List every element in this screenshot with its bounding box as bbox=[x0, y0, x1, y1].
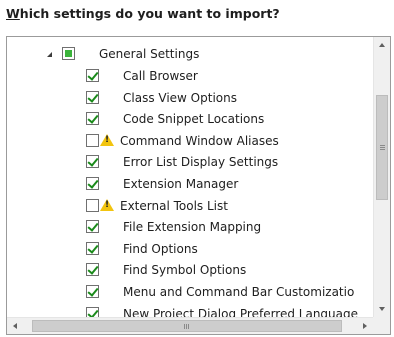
tree-item[interactable]: File Extension Mapping bbox=[7, 216, 373, 238]
tree-item-label: Class View Options bbox=[123, 91, 237, 105]
tree-node-label: General Settings bbox=[99, 47, 200, 61]
tree-item-label: Find Options bbox=[123, 242, 198, 256]
tree-node-general-settings[interactable]: General Settings bbox=[7, 43, 367, 65]
warning-icon: ! bbox=[100, 199, 114, 211]
checked-checkbox[interactable] bbox=[86, 69, 99, 82]
tree-item[interactable]: Find Options bbox=[7, 238, 373, 260]
unchecked-checkbox[interactable] bbox=[86, 134, 99, 147]
scroll-left-arrow-icon[interactable] bbox=[13, 323, 17, 329]
vertical-scroll-thumb[interactable] bbox=[376, 95, 388, 200]
tree-item-label: Find Symbol Options bbox=[123, 263, 247, 277]
settings-tree[interactable]: General Settings Call Browser Class View … bbox=[6, 36, 391, 335]
tree-item[interactable]: Find Symbol Options bbox=[7, 259, 373, 281]
warning-icon: ! bbox=[100, 134, 114, 146]
checked-checkbox[interactable] bbox=[86, 242, 99, 255]
tree-item[interactable]: Call Browser bbox=[7, 65, 373, 87]
scroll-up-arrow-icon[interactable] bbox=[379, 43, 385, 47]
tree-item[interactable]: Class View Options bbox=[7, 87, 373, 109]
checked-checkbox[interactable] bbox=[86, 307, 99, 317]
grip-line bbox=[380, 149, 385, 150]
tree-item-label: Code Snippet Locations bbox=[123, 112, 265, 126]
vertical-scrollbar[interactable] bbox=[373, 37, 390, 317]
tree-item[interactable]: Menu and Command Bar Customizatio bbox=[7, 281, 373, 303]
import-settings-heading: Which settings do you want to import? bbox=[6, 6, 280, 21]
unchecked-checkbox[interactable] bbox=[86, 199, 99, 212]
checked-checkbox[interactable] bbox=[86, 220, 99, 233]
horizontal-scroll-thumb[interactable] bbox=[32, 320, 342, 332]
grip-line bbox=[188, 324, 189, 329]
grip-line bbox=[184, 324, 185, 329]
checked-checkbox[interactable] bbox=[86, 285, 99, 298]
tree-item-label: Command Window Aliases bbox=[120, 134, 279, 148]
tree-item[interactable]: Error List Display Settings bbox=[7, 151, 373, 173]
tree-item[interactable]: New Project Dialog Preferred Language bbox=[7, 303, 373, 317]
scroll-down-arrow-icon[interactable] bbox=[379, 307, 385, 311]
checked-checkbox[interactable] bbox=[86, 91, 99, 104]
checked-checkbox[interactable] bbox=[86, 263, 99, 276]
general-settings-checkbox[interactable] bbox=[62, 47, 75, 60]
checked-checkbox[interactable] bbox=[86, 155, 99, 168]
tree-item-label: New Project Dialog Preferred Language bbox=[123, 307, 359, 317]
tree-item-label: Extension Manager bbox=[123, 177, 239, 191]
grip-line bbox=[380, 147, 385, 148]
horizontal-scrollbar[interactable] bbox=[7, 317, 373, 334]
tree-item-label: External Tools List bbox=[120, 199, 228, 213]
scrollbar-corner bbox=[373, 317, 390, 334]
grip-line bbox=[186, 324, 187, 329]
grip-line bbox=[380, 145, 385, 146]
expanded-triangle-icon[interactable] bbox=[47, 52, 52, 57]
tree-item-label: File Extension Mapping bbox=[123, 220, 262, 234]
checked-checkbox[interactable] bbox=[86, 177, 99, 190]
settings-tree-view[interactable]: General Settings Call Browser Class View … bbox=[7, 37, 373, 317]
scroll-right-arrow-icon[interactable] bbox=[363, 323, 367, 329]
tree-item-label: Menu and Command Bar Customizatio bbox=[123, 285, 355, 299]
tree-item[interactable]: Extension Manager bbox=[7, 173, 373, 195]
tree-item-label: Call Browser bbox=[123, 69, 198, 83]
tree-item-label: Error List Display Settings bbox=[123, 155, 279, 169]
tree-item[interactable]: ! External Tools List bbox=[7, 195, 373, 217]
tree-item[interactable]: ! Command Window Aliases bbox=[7, 130, 373, 152]
checked-checkbox[interactable] bbox=[86, 112, 99, 125]
tree-item[interactable]: Code Snippet Locations bbox=[7, 108, 373, 130]
